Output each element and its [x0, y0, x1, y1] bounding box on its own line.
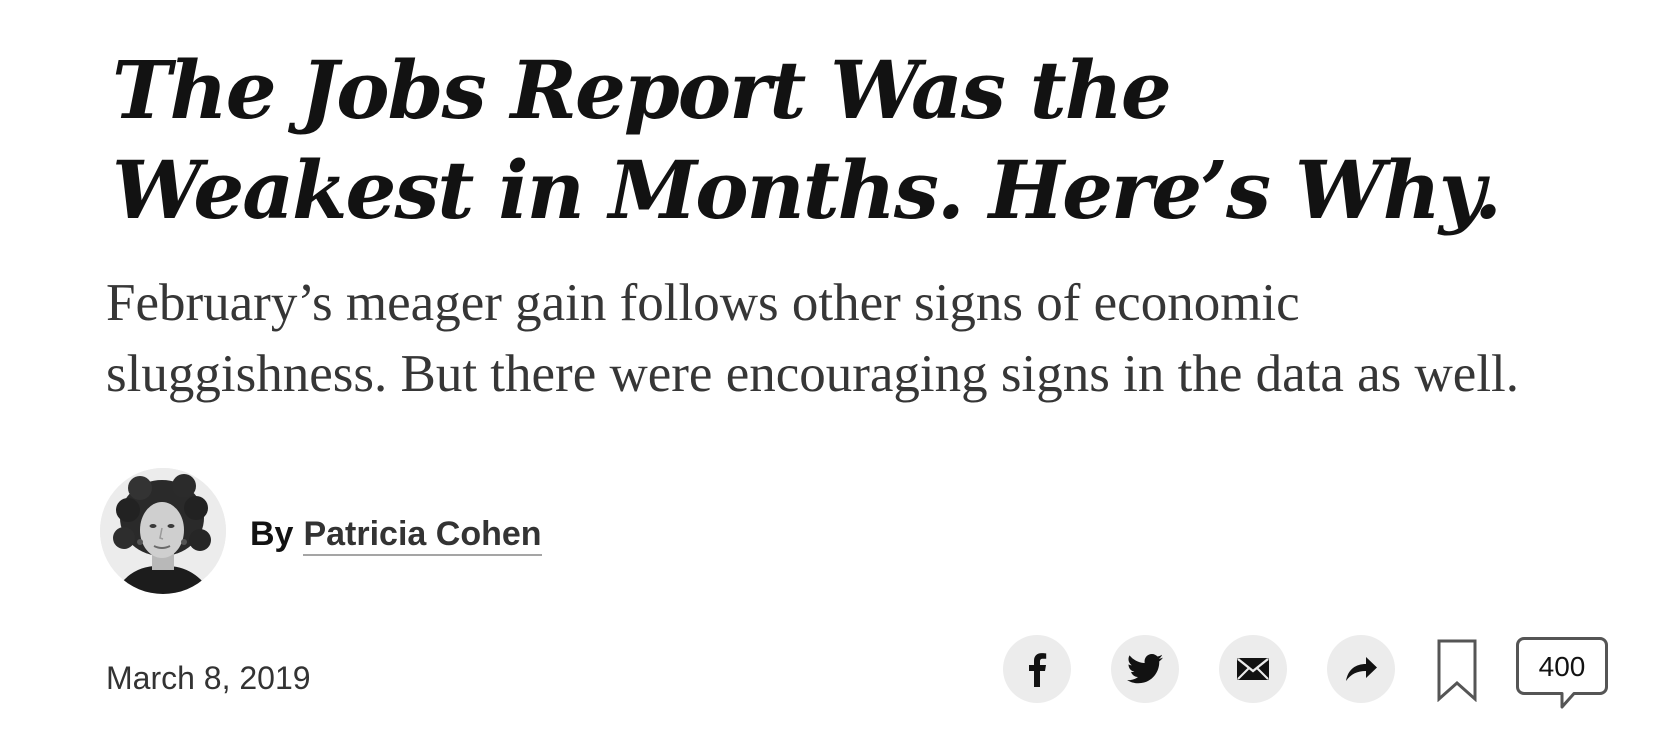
twitter-icon: [1127, 654, 1163, 684]
email-share-button[interactable]: [1219, 635, 1287, 703]
headline-line-2: Weakest in Months. Here’s Why.: [112, 143, 1502, 237]
headline-line-1: The Jobs Report Was the: [112, 43, 1172, 137]
more-share-button[interactable]: [1327, 635, 1395, 703]
author-photo: [100, 468, 226, 594]
share-arrow-icon: [1346, 657, 1377, 681]
comments-count: 400: [1538, 651, 1586, 682]
summary-line-2: sluggishness. But there were encouraging…: [106, 345, 1520, 403]
author-link[interactable]: Patricia Cohen: [303, 515, 542, 556]
publish-date: March 8, 2019: [106, 660, 311, 696]
save-bookmark-button[interactable]: [1436, 638, 1478, 703]
comments-button[interactable]: 400: [1516, 637, 1608, 713]
twitter-share-button[interactable]: [1111, 635, 1179, 703]
email-icon: [1237, 658, 1269, 680]
facebook-icon: [1029, 653, 1047, 687]
byline-prefix: By: [250, 515, 294, 553]
headline: The Jobs Report Was the Weakest in Month…: [112, 40, 1502, 240]
facebook-share-button[interactable]: [1003, 635, 1071, 703]
article-summary: February’s meager gain follows other sig…: [106, 268, 1666, 410]
byline: By Patricia Cohen: [250, 512, 542, 556]
bookmark-icon: [1437, 639, 1477, 703]
summary-line-1: February’s meager gain follows other sig…: [106, 274, 1300, 332]
author-avatar[interactable]: [100, 468, 226, 594]
